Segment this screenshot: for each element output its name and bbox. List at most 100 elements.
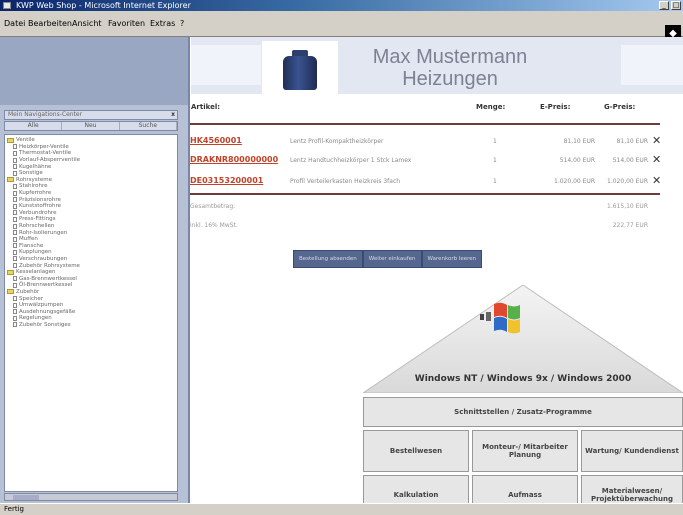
document-icon	[13, 315, 17, 321]
tree-node[interactable]: Regelungen	[7, 315, 177, 322]
tab-new[interactable]: Neu	[62, 122, 120, 130]
menu-bar: Datei Bearbeiten Ansicht Favoriten Extra…	[0, 11, 683, 43]
scroll-thumb[interactable]	[13, 495, 39, 500]
continue-shopping-button[interactable]: Weiter einkaufen	[362, 250, 422, 268]
tree-node[interactable]: Flansche	[7, 243, 177, 250]
tree-node[interactable]: Präzisionsrohre	[7, 196, 177, 203]
tree-node[interactable]: Thermostat-Ventile	[7, 150, 177, 157]
document-icon	[13, 150, 17, 156]
tree-node[interactable]: Rohrsysteme	[7, 177, 177, 184]
tree-node[interactable]: Heizkörper-Ventile	[7, 144, 177, 151]
company-name: Max Mustermann Heizungen	[345, 46, 555, 90]
menu-view[interactable]: Ansicht	[72, 19, 102, 28]
article-link[interactable]: HK4560001	[190, 136, 242, 145]
total-price: 514,00 EUR	[612, 157, 648, 164]
document-icon	[13, 309, 17, 315]
document-icon	[13, 322, 17, 328]
tree-node[interactable]: Stahlrohre	[7, 183, 177, 190]
close-icon[interactable]: x	[171, 111, 175, 119]
menu-favorites[interactable]: Favoriten	[108, 19, 145, 28]
menu-file[interactable]: Datei	[4, 19, 25, 28]
document-icon	[13, 282, 17, 288]
tree-node[interactable]: Kupferrohre	[7, 190, 177, 197]
tree-node[interactable]: Öl-Brennwertkessel	[7, 282, 177, 289]
tree-node[interactable]: Zubehör	[7, 289, 177, 296]
nav-tabs: Alle Neu Suche	[4, 121, 178, 131]
column-qty: Menge:	[476, 103, 506, 111]
minimize-button[interactable]: _	[659, 1, 669, 10]
restore-button[interactable]: □	[671, 1, 681, 10]
maintenance-label: Wartung/ Kundendienst	[585, 447, 679, 455]
delete-icon[interactable]: ✕	[652, 153, 661, 166]
delete-icon[interactable]: ✕	[652, 174, 661, 187]
ordering-label: Bestellwesen	[389, 447, 443, 455]
layer-box-maintenance: Wartung/ Kundendienst	[581, 430, 683, 472]
article-qty[interactable]: 1	[493, 157, 497, 164]
tree-node-label: Kupplungen	[19, 249, 52, 256]
document-icon	[13, 170, 17, 176]
document-icon	[13, 223, 17, 229]
header-divider	[190, 123, 660, 125]
tree-node[interactable]: Rohr-Isolierungen	[7, 229, 177, 236]
article-qty[interactable]: 1	[493, 178, 497, 185]
folder-icon	[7, 289, 14, 295]
document-icon	[13, 210, 17, 216]
tree-node[interactable]: Vorlauf-Absperrventile	[7, 157, 177, 164]
tree-node-label: Rohr-Isolierungen	[19, 229, 68, 236]
tree-node[interactable]: Ausdehnungsgefäße	[7, 308, 177, 315]
tab-all[interactable]: Alle	[5, 122, 63, 130]
nav-header-label: Mein Navigations-Center	[8, 111, 83, 118]
tree-node-label: Zubehör Rohrsysteme	[19, 262, 80, 269]
menu-edit[interactable]: Bearbeiten	[28, 19, 72, 28]
company-name-line1: Max Mustermann	[372, 46, 528, 68]
tree-node-label: Kupferrohre	[19, 190, 52, 197]
ie-icon	[3, 2, 11, 9]
tree-node-label: Präzisionsrohre	[19, 196, 61, 203]
tree-node[interactable]: Ventile	[7, 137, 177, 144]
status-text: Fertig	[4, 505, 24, 513]
os-label: Windows NT / Windows 9x / Windows 2000	[414, 374, 632, 384]
tree-node[interactable]: Kunststoffrohre	[7, 203, 177, 210]
article-link[interactable]: DRAKNR800000000	[190, 155, 278, 164]
tree-node[interactable]: Sonstige	[7, 170, 177, 177]
clear-cart-button[interactable]: Warenkorb leeren	[421, 250, 483, 268]
tree-node[interactable]: Zubehör Rohrsysteme	[7, 262, 177, 269]
tree-node-label: Verbundrohre	[19, 209, 57, 216]
document-icon	[13, 249, 17, 255]
tree-node[interactable]: Verbundrohre	[7, 210, 177, 217]
tree-node[interactable]: Zubehör Sonstiges	[7, 322, 177, 329]
horizontal-scrollbar[interactable]	[4, 493, 178, 501]
tab-search[interactable]: Suche	[120, 122, 177, 130]
vat-label: inkl. 16% MwSt.	[190, 222, 238, 229]
tree-node[interactable]: Speicher	[7, 295, 177, 302]
document-icon	[13, 183, 17, 189]
tree-node[interactable]: Muffen	[7, 236, 177, 243]
unit-price: 514,00 EUR	[559, 157, 595, 164]
net-total-label: Gesamtbetrag:	[190, 203, 236, 210]
tree-node-label: Thermostat-Ventile	[19, 150, 72, 157]
tree-node[interactable]: Press-Fittings	[7, 216, 177, 223]
layer-box-planning: Monteur-/ Mitarbeiter Planung	[472, 430, 578, 472]
vat-row: inkl. 16% MwSt. 222,77 EUR	[190, 222, 660, 229]
delete-icon[interactable]: ✕	[652, 134, 661, 147]
tree-node[interactable]: Verschraubungen	[7, 256, 177, 263]
article-qty[interactable]: 1	[493, 138, 497, 145]
tree-node[interactable]: Umwälzpumpen	[7, 302, 177, 309]
menu-tools[interactable]: Extras	[150, 19, 175, 28]
column-total-price: G-Preis:	[604, 103, 636, 111]
document-icon	[13, 164, 17, 170]
article-link[interactable]: DE03153200001	[190, 176, 263, 185]
submit-order-button[interactable]: Bestellung absenden	[293, 250, 363, 268]
tree-node[interactable]: Kugelhähne	[7, 163, 177, 170]
total-price: 1.020,00 EUR	[607, 178, 648, 185]
document-icon	[13, 203, 17, 209]
banner-right-panel	[621, 45, 683, 85]
title-bar: KWP Web Shop - Microsoft Internet Explor…	[0, 0, 683, 11]
menu-help[interactable]: ?	[180, 19, 184, 28]
total-price: 81,10 EUR	[616, 138, 648, 145]
tree-node[interactable]: Rohrschellen	[7, 223, 177, 230]
tree-node[interactable]: Kesselanlagen	[7, 269, 177, 276]
cart-row: HK4560001 Lentz Profil-Kompaktheizkörper…	[190, 134, 661, 148]
tree-node[interactable]: Kupplungen	[7, 249, 177, 256]
tree-node-label: Kugelhähne	[19, 163, 52, 170]
